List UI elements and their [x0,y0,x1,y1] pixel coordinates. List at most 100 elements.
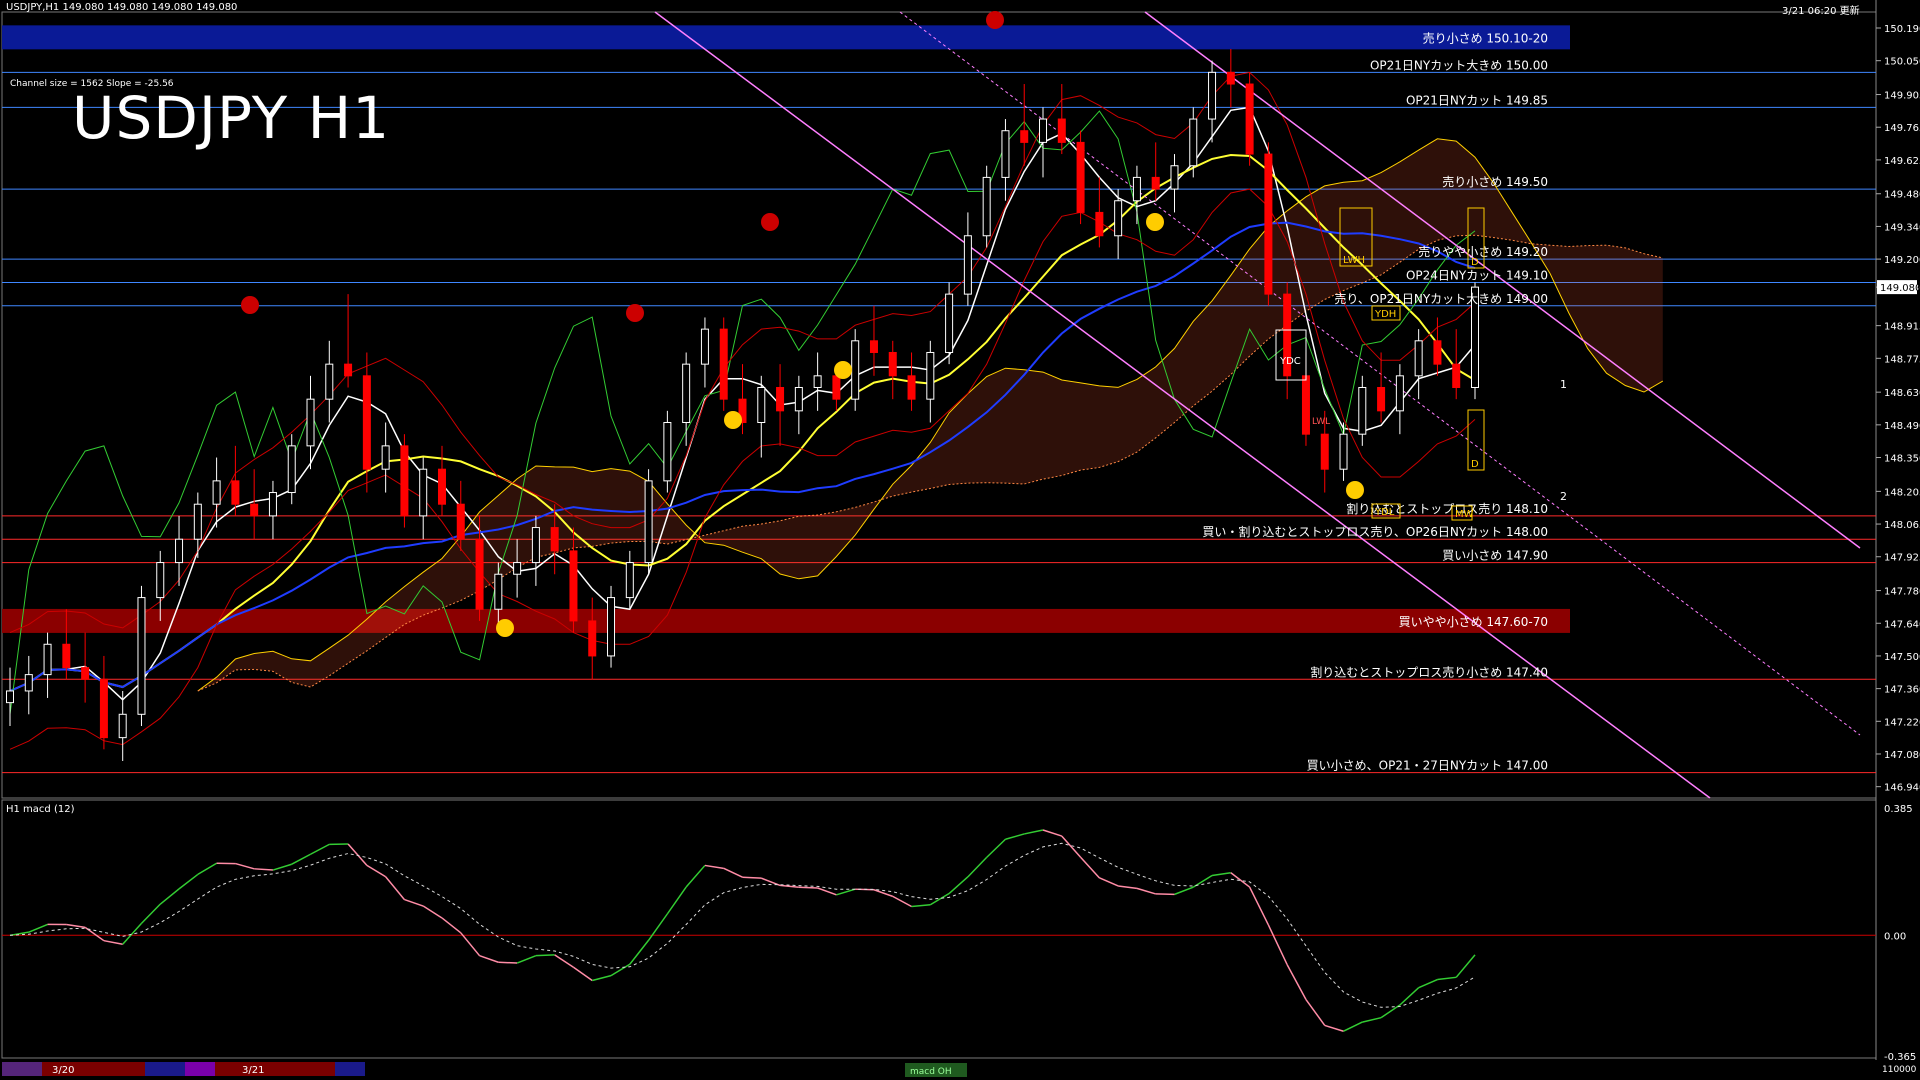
candle-body [400,445,409,517]
fractal-high-marker [986,11,1004,29]
candle-body [1320,433,1329,470]
axis-tick-label: 148.065 [1884,520,1920,531]
candle-body [1057,118,1066,143]
candle-body [1301,375,1310,435]
candle-body [118,713,127,739]
symbol-info: USDJPY,H1 149.080 149.080 149.080 149.08… [6,2,238,13]
fractal-low-marker [724,411,742,429]
candle-body [1264,153,1273,295]
axis-tick-label: 146.940 [1884,783,1920,794]
candle-body [1039,118,1048,143]
candle-body [1095,211,1104,237]
candle-body [1114,200,1123,237]
candle-body [1226,71,1235,85]
macd-segment [535,954,555,957]
candle-body [926,351,935,400]
candle-body [1358,386,1367,435]
sell-band [2,25,1570,50]
candle-body [381,445,390,470]
candle-body [869,340,878,353]
candle-body [531,527,540,564]
ydc-label: YDC [1279,356,1301,367]
candle-body [550,527,559,552]
candle-body [306,398,315,447]
axis-tick-label: 148.630 [1884,388,1920,399]
date-label-2: 3/21 [242,1065,264,1076]
lwl-label: LWL [1312,417,1330,427]
candle-body [362,375,371,470]
macd-tick-label: 0.00 [1884,931,1906,942]
macd-segment [498,961,518,964]
candle-body [888,351,897,377]
level-label: 売りやや小さめ 149.20 [1418,244,1548,259]
candle-body [99,678,108,739]
candle-body [175,538,184,564]
d-label: D [1471,459,1479,470]
axis-tick-label: 149.765 [1884,123,1920,134]
macd-tab-label: macd OH [910,1067,952,1077]
level-label: OP24日NYカット 149.10 [1406,268,1548,282]
candle-body [907,375,916,400]
candle-body [231,480,240,505]
level-label: 割り込むとストップロス売り小さめ 147.40 [1310,664,1548,679]
current-price-label: 149.080 [1880,283,1920,294]
axis-tick-label: 148.775 [1884,354,1920,365]
level-label: 買い・割り込むとストップロス売り、OP26日NYカット 148.00 [1202,524,1548,539]
candle-body [513,562,522,575]
axis-tick-label: 147.780 [1884,587,1920,598]
fractal-low-marker [1146,213,1164,231]
axis-tick-label: 148.915 [1884,322,1920,333]
candle-body [813,375,822,388]
candle-body [1189,118,1198,167]
level-label: OP21日NYカット大きめ 150.00 [1370,58,1548,72]
axis-tick-label: 147.220 [1884,717,1920,728]
candle-body [419,468,428,517]
candle-body [945,293,954,353]
candle-body [494,573,503,610]
fractal-low-marker [1346,481,1364,499]
candle-body [6,690,14,704]
axis-tick-label: 147.080 [1884,750,1920,761]
candle-body [1245,83,1254,155]
axis-tick-label: 149.480 [1884,190,1920,201]
d-upper-label: D [1471,257,1479,268]
candle-body [757,386,766,424]
update-datetime: 3/21 06:20 更新 [1782,6,1860,17]
axis-tick-label: 148.350 [1884,454,1920,465]
level-label: 売り小さめ 149.50 [1442,174,1548,189]
candle-body [250,503,259,517]
candle-body [644,480,653,564]
candle-body [682,363,691,424]
candle-body [1001,130,1010,178]
chart-canvas: 売り小さめ 150.10-20 OP21日NYカット大きめ 150.00 OP21日… [0,0,1920,1080]
candle-body [569,550,578,622]
candle-body [268,492,277,517]
ydh-label: YDH [1374,309,1396,320]
candle-body [588,620,597,657]
candle-body [1020,130,1029,143]
candle-body [1452,363,1461,388]
axis-tick-label: 149.905 [1884,91,1920,102]
axis-tick-label: 147.925 [1884,553,1920,564]
macd-title: H1 macd (12) [6,804,75,815]
candle-body [137,597,146,715]
axis-tick-label: 147.360 [1884,685,1920,696]
chart-title: USDJPY H1 [72,84,391,152]
candle-body [287,445,296,494]
candle-body [1395,375,1404,412]
candle-body [700,328,709,365]
candle-body [62,643,71,669]
axis-tick-label: 150.190 [1884,24,1920,35]
macd-segment [742,876,762,879]
axis-tick-label: 149.340 [1884,222,1920,233]
fractal-high-marker [626,304,644,322]
candle-body [212,480,221,505]
level-label: 買い小さめ 147.90 [1442,549,1548,563]
candle-body [193,503,202,540]
candle-body [982,176,991,237]
candle-body [1170,165,1179,190]
axis-tick-label: 150.050 [1884,57,1920,68]
candle-body [1377,386,1386,412]
candle-body [456,503,465,540]
candle-body [475,538,484,610]
